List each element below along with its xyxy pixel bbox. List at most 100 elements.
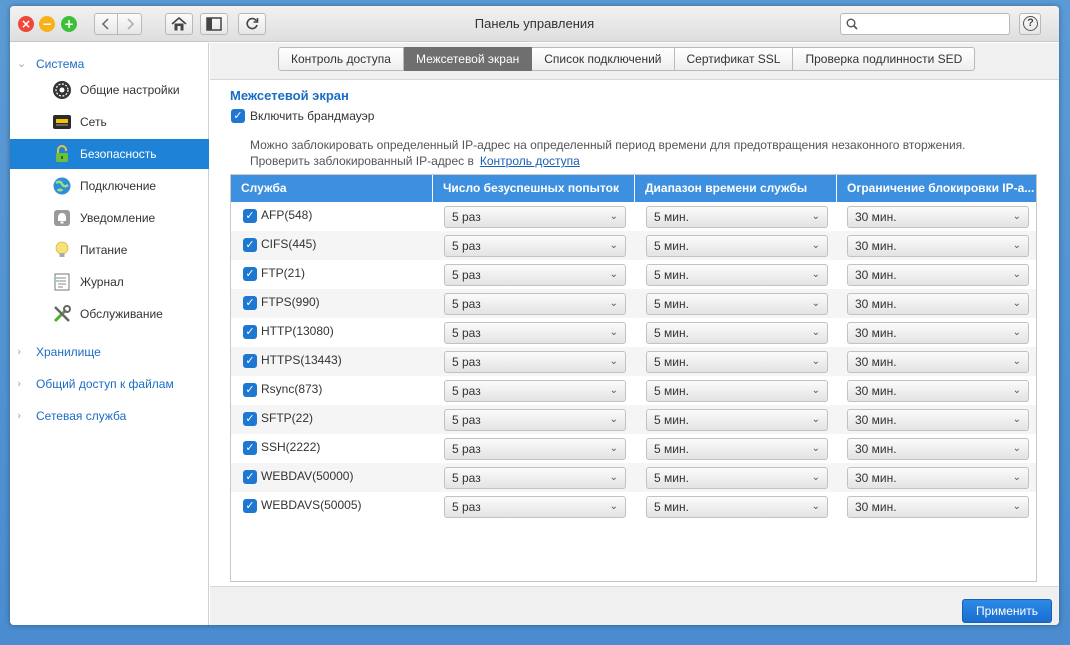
time-range-select[interactable]: 5 мин. ⌄: [646, 293, 828, 315]
time-range-select[interactable]: 5 мин. ⌄: [646, 438, 828, 460]
sidebar-item-general-settings[interactable]: Общие настройки: [10, 75, 209, 105]
tab-connection-list[interactable]: Список подключений: [532, 47, 675, 71]
tab-firewall[interactable]: Межсетевой экран: [403, 47, 533, 71]
enable-firewall-checkbox[interactable]: ✓: [231, 109, 245, 123]
column-header-attempts[interactable]: Число безуспешных попыток: [433, 175, 635, 202]
notification-icon: [54, 210, 70, 226]
access-control-link[interactable]: Контроль доступа: [480, 154, 580, 168]
block-limit-select[interactable]: 30 мин. ⌄: [847, 206, 1029, 228]
sidebar-item-label: Уведомление: [80, 211, 156, 225]
tab-ssl-certificate[interactable]: Сертификат SSL: [674, 47, 794, 71]
column-header-time-range[interactable]: Диапазон времени службы: [635, 175, 837, 202]
time-range-select[interactable]: 5 мин. ⌄: [646, 496, 828, 518]
sidebar-item-connection[interactable]: Подключение: [10, 171, 209, 201]
time-range-select[interactable]: 5 мин. ⌄: [646, 380, 828, 402]
attempts-select[interactable]: 5 раз ⌄: [444, 293, 626, 315]
block-limit-select[interactable]: 30 мин. ⌄: [847, 264, 1029, 286]
block-limit-select[interactable]: 30 мин. ⌄: [847, 496, 1029, 518]
attempts-select[interactable]: 5 раз ⌄: [444, 438, 626, 460]
sidebar-item-log[interactable]: Журнал: [10, 267, 209, 297]
time-range-select[interactable]: 5 мин. ⌄: [646, 467, 828, 489]
attempts-select[interactable]: 5 раз ⌄: [444, 235, 626, 257]
chevron-down-icon: ⌄: [811, 385, 820, 396]
time-range-select[interactable]: 5 мин. ⌄: [646, 264, 828, 286]
service-checkbox[interactable]: ✓: [243, 383, 257, 397]
search-input[interactable]: [861, 16, 1006, 32]
service-checkbox[interactable]: ✓: [243, 354, 257, 368]
block-limit-select[interactable]: 30 мин. ⌄: [847, 380, 1029, 402]
block-limit-value: 30 мин.: [855, 239, 897, 253]
service-checkbox[interactable]: ✓: [243, 325, 257, 339]
attempts-select[interactable]: 5 раз ⌄: [444, 496, 626, 518]
service-checkbox[interactable]: ✓: [243, 209, 257, 223]
block-limit-select[interactable]: 30 мин. ⌄: [847, 351, 1029, 373]
sidebar-item-network[interactable]: Сеть: [10, 107, 209, 137]
sidebar-toggle-button[interactable]: [200, 13, 228, 35]
block-limit-value: 30 мин.: [855, 471, 897, 485]
service-checkbox[interactable]: ✓: [243, 441, 257, 455]
service-checkbox[interactable]: ✓: [243, 499, 257, 513]
maximize-button[interactable]: +: [61, 16, 77, 32]
search-field[interactable]: [840, 13, 1010, 35]
block-limit-select[interactable]: 30 мин. ⌄: [847, 235, 1029, 257]
sidebar-group-system[interactable]: ⌄ Система: [10, 52, 209, 76]
time-range-select[interactable]: 5 мин. ⌄: [646, 235, 828, 257]
table-row: ✓ FTPS(990) 5 раз ⌄ 5 мин. ⌄ 30 мин. ⌄: [231, 289, 1036, 318]
service-checkbox[interactable]: ✓: [243, 412, 257, 426]
attempts-select[interactable]: 5 раз ⌄: [444, 409, 626, 431]
table-row: ✓ Rsync(873) 5 раз ⌄ 5 мин. ⌄ 30 мин. ⌄: [231, 376, 1036, 405]
block-limit-select[interactable]: 30 мин. ⌄: [847, 467, 1029, 489]
service-checkbox[interactable]: ✓: [243, 238, 257, 252]
sidebar-item-security[interactable]: Безопасность: [10, 139, 209, 169]
column-header-block-limit[interactable]: Ограничение блокировки IP-а...: [837, 175, 1036, 202]
service-name: CIFS(445): [261, 237, 317, 251]
refresh-icon: [246, 17, 259, 30]
sidebar-item-power[interactable]: Питание: [10, 235, 209, 265]
service-name: WEBDAVS(50005): [261, 498, 362, 512]
service-checkbox[interactable]: ✓: [243, 470, 257, 484]
sidebar-group-network-service[interactable]: › Сетевая служба: [10, 404, 209, 428]
service-name: SFTP(22): [261, 411, 314, 425]
minimize-button[interactable]: −: [39, 16, 55, 32]
column-header-service[interactable]: Служба: [231, 175, 433, 202]
forward-button[interactable]: [118, 13, 142, 35]
service-checkbox[interactable]: ✓: [243, 267, 257, 281]
sidebar-item-maintenance[interactable]: Обслуживание: [10, 299, 209, 329]
sidebar-item-notification[interactable]: Уведомление: [10, 203, 209, 233]
block-limit-select[interactable]: 30 мин. ⌄: [847, 293, 1029, 315]
home-icon: [171, 17, 187, 31]
attempts-value: 5 раз: [452, 210, 481, 224]
attempts-select[interactable]: 5 раз ⌄: [444, 264, 626, 286]
block-limit-select[interactable]: 30 мин. ⌄: [847, 322, 1029, 344]
checkmark-icon: ✓: [245, 499, 255, 512]
block-limit-select[interactable]: 30 мин. ⌄: [847, 438, 1029, 460]
service-checkbox[interactable]: ✓: [243, 296, 257, 310]
time-range-select[interactable]: 5 мин. ⌄: [646, 351, 828, 373]
refresh-button[interactable]: [238, 13, 266, 35]
sidebar-group-file-sharing[interactable]: › Общий доступ к файлам: [10, 372, 209, 396]
attempts-value: 5 раз: [452, 500, 481, 514]
attempts-select[interactable]: 5 раз ⌄: [444, 322, 626, 344]
time-range-select[interactable]: 5 мин. ⌄: [646, 409, 828, 431]
block-limit-select[interactable]: 30 мин. ⌄: [847, 409, 1029, 431]
chevron-down-icon: ⌄: [1012, 385, 1021, 396]
sidebar: ⌄ Система Общие настройки Сеть Безопасно…: [10, 43, 209, 625]
checkmark-icon: ✓: [245, 296, 255, 309]
attempts-select[interactable]: 5 раз ⌄: [444, 351, 626, 373]
attempts-select[interactable]: 5 раз ⌄: [444, 206, 626, 228]
help-button[interactable]: ?: [1019, 13, 1041, 35]
attempts-select[interactable]: 5 раз ⌄: [444, 467, 626, 489]
home-button[interactable]: [165, 13, 193, 35]
close-button[interactable]: ×: [18, 16, 34, 32]
table-header: Служба Число безуспешных попыток Диапазо…: [231, 175, 1036, 202]
apply-button[interactable]: Применить: [962, 599, 1052, 623]
time-range-select[interactable]: 5 мин. ⌄: [646, 206, 828, 228]
check-blocked-text: Проверить заблокированный IP-адрес в Конт…: [250, 154, 580, 168]
attempts-select[interactable]: 5 раз ⌄: [444, 380, 626, 402]
back-button[interactable]: [94, 13, 118, 35]
sidebar-group-storage[interactable]: › Хранилище: [10, 340, 209, 364]
chevron-down-icon: ⌄: [609, 501, 618, 512]
tab-access-control[interactable]: Контроль доступа: [278, 47, 404, 71]
time-range-select[interactable]: 5 мин. ⌄: [646, 322, 828, 344]
tab-sed-authentication[interactable]: Проверка подлинности SED: [793, 47, 976, 71]
